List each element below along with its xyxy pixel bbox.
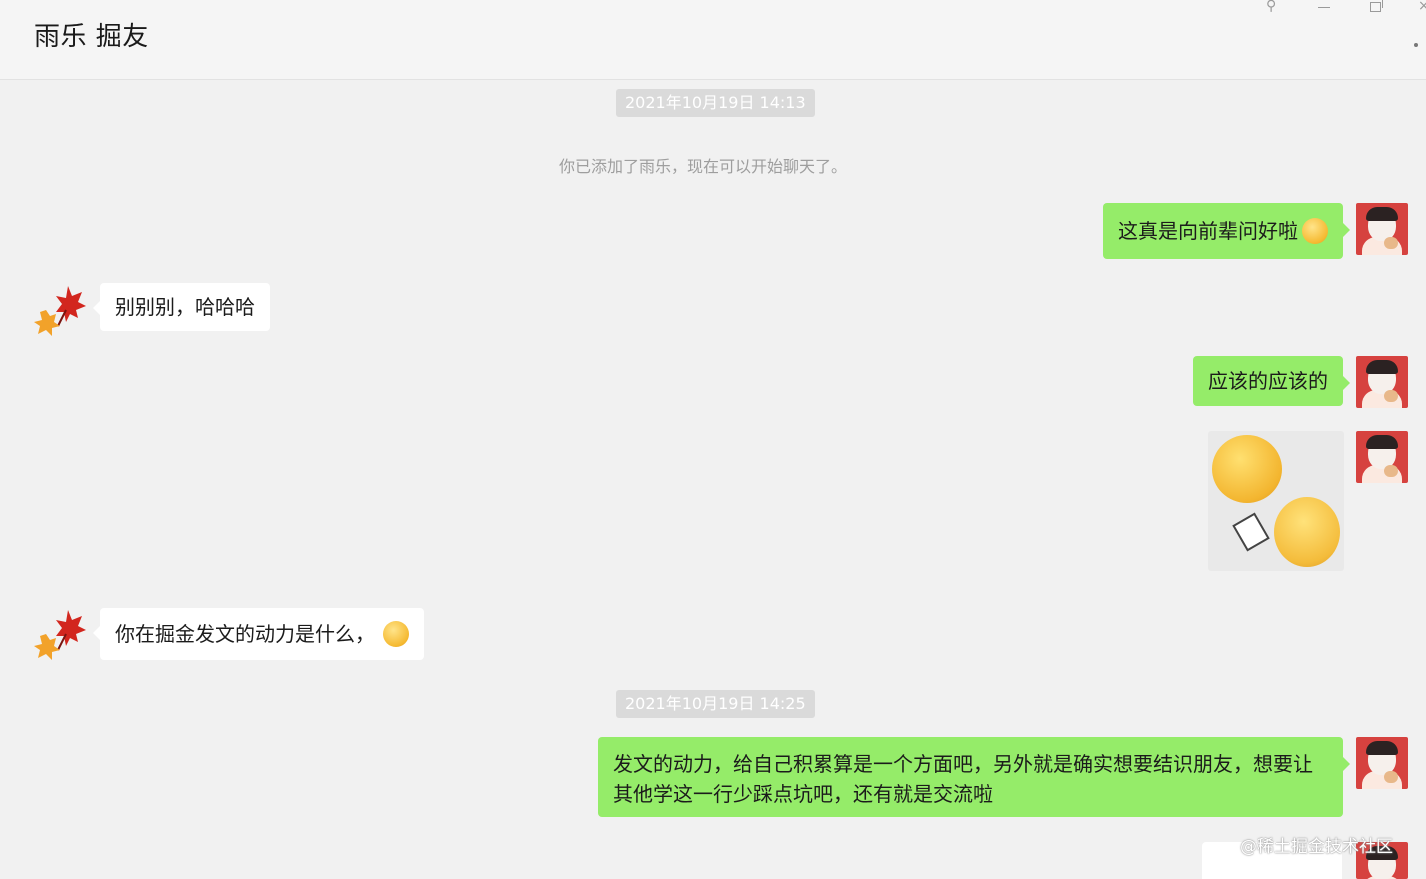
minimize-icon[interactable] bbox=[1318, 0, 1332, 16]
contact-avatar-maple-leaf[interactable] bbox=[32, 606, 86, 660]
contact-avatar-maple-leaf[interactable] bbox=[32, 282, 86, 336]
message-text: 这真是向前辈问好啦 bbox=[1118, 219, 1298, 243]
self-avatar[interactable] bbox=[1356, 356, 1408, 408]
close-icon[interactable]: × bbox=[1418, 0, 1426, 16]
chat-header: 雨乐 掘友 ⚲ × bbox=[0, 0, 1426, 80]
chat-window: 雨乐 掘友 ⚲ × 2021年10月19日 14:13 你已添加了雨乐，现在可以… bbox=[0, 0, 1426, 879]
incoming-message-bubble[interactable]: 你在掘金发文的动力是什么， bbox=[93, 608, 424, 660]
message-timestamp: 2021年10月19日 14:25 bbox=[616, 690, 815, 718]
outgoing-message-bubble[interactable]: 这真是向前辈问好啦 bbox=[1103, 203, 1350, 259]
smug-emoji-icon bbox=[1274, 497, 1340, 567]
wink-emoji-icon bbox=[1302, 217, 1328, 244]
outgoing-message-bubble[interactable]: 发文的动力，给自己积累算是一个方面吧，另外就是确实想要结识朋友，想要让其他学这一… bbox=[598, 737, 1350, 817]
outgoing-message-bubble[interactable]: 应该的应该的 bbox=[1193, 356, 1350, 406]
maximize-icon[interactable] bbox=[1370, 0, 1383, 12]
system-message: 你已添加了雨乐，现在可以开始聊天了。 bbox=[559, 157, 848, 176]
watermark: @稀土掘金技术社区 bbox=[1240, 837, 1393, 857]
message-text: 你在掘金发文的动力是什么， bbox=[115, 622, 375, 646]
pin-icon[interactable]: ⚲ bbox=[1266, 0, 1276, 16]
self-avatar[interactable] bbox=[1356, 737, 1408, 789]
incoming-message-bubble[interactable]: 别别别，哈哈哈 bbox=[93, 283, 270, 331]
chat-title: 雨乐 掘友 bbox=[34, 22, 149, 52]
message-timestamp: 2021年10月19日 14:13 bbox=[616, 89, 815, 117]
more-options-icon[interactable] bbox=[1414, 43, 1418, 47]
self-avatar[interactable] bbox=[1356, 431, 1408, 483]
laugh-cry-emoji-icon bbox=[383, 620, 409, 647]
self-avatar[interactable] bbox=[1356, 203, 1408, 255]
sticker-message[interactable] bbox=[1208, 431, 1344, 571]
yawn-emoji-icon bbox=[1212, 435, 1282, 503]
